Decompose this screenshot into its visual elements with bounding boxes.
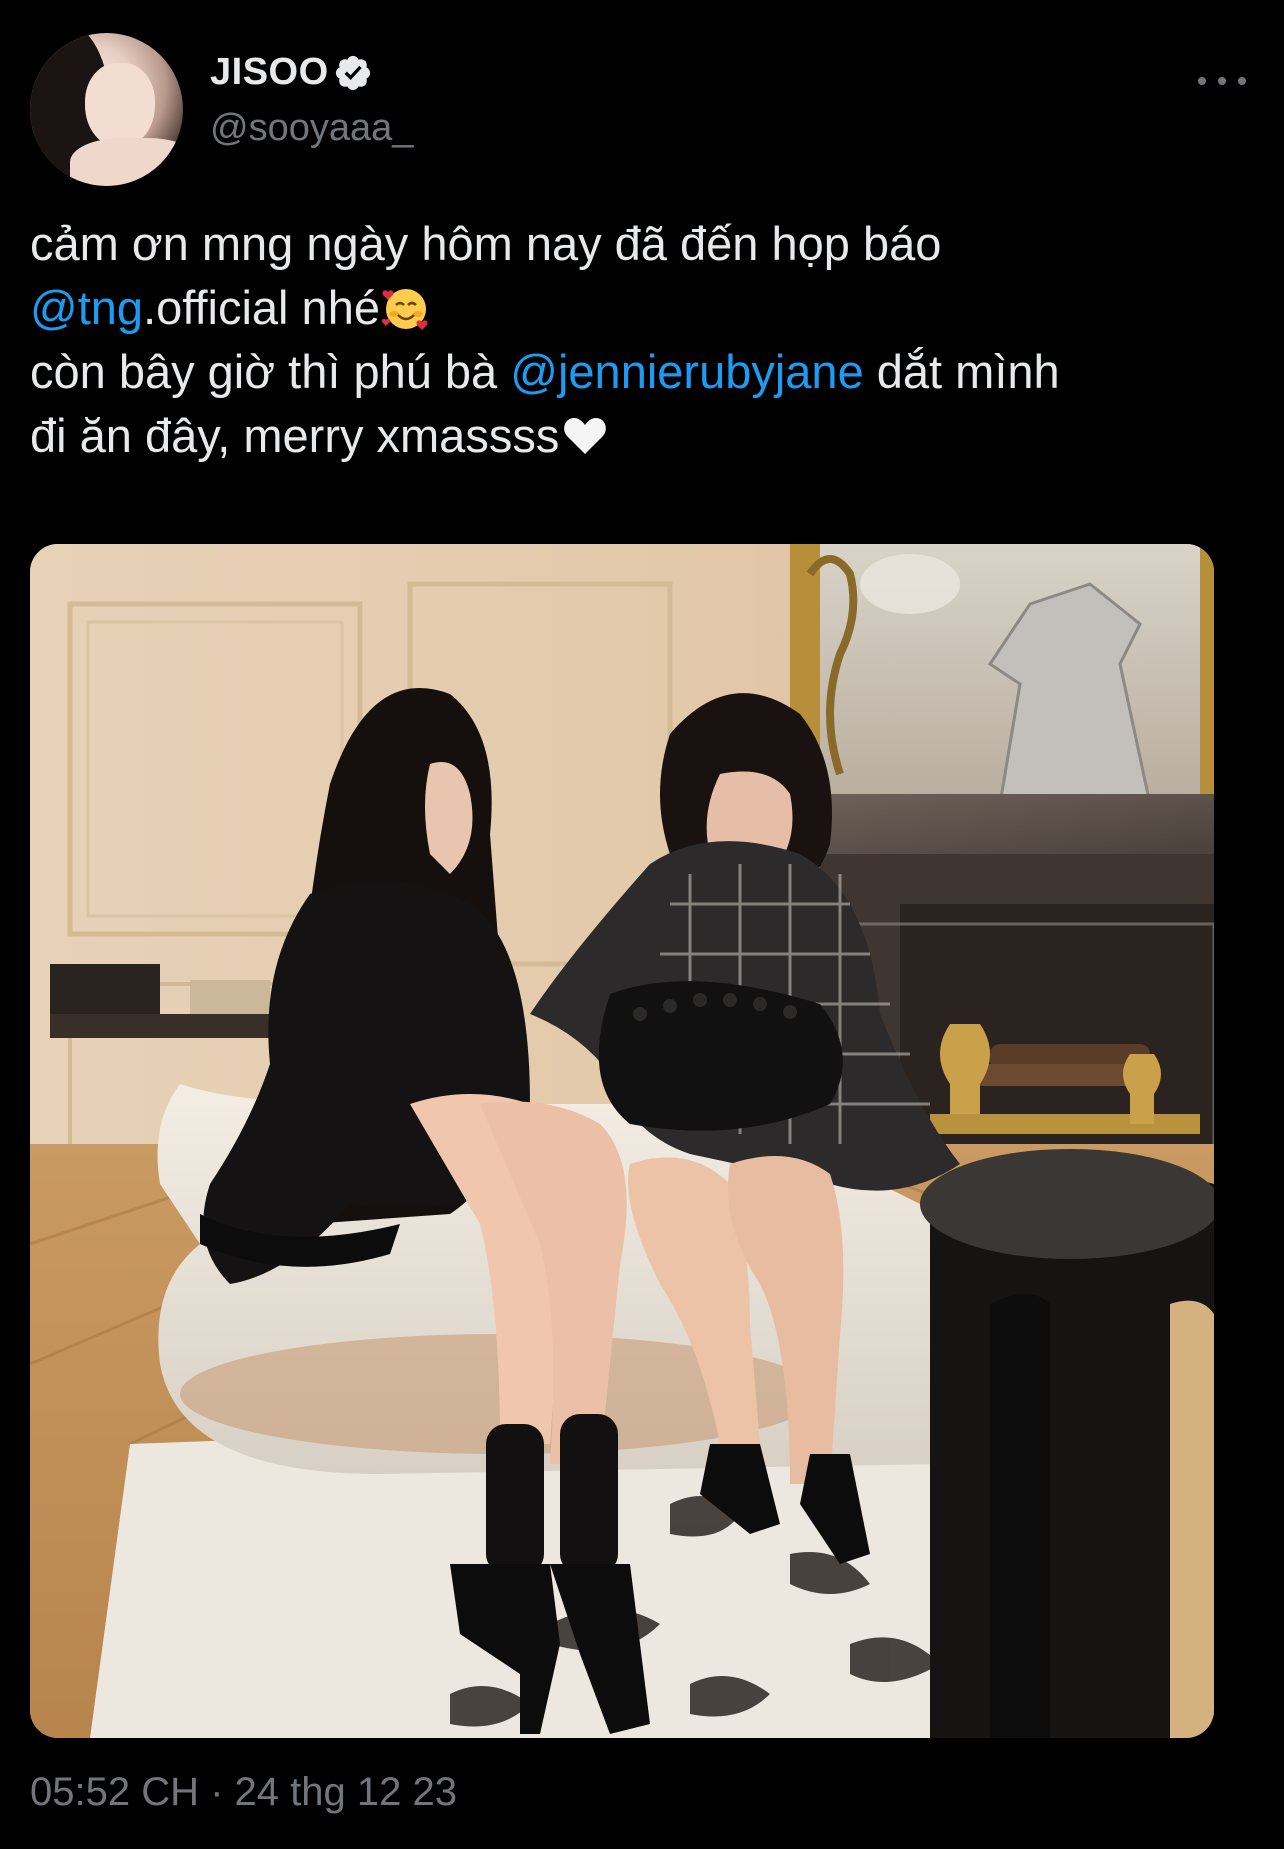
tweet-text-fragment: dắt mình	[863, 345, 1060, 398]
white-heart-icon	[564, 418, 607, 454]
author-display-name[interactable]: JISOO	[210, 51, 329, 94]
mention-link-jennierubyjane[interactable]: @jennierubyjane	[510, 345, 863, 398]
tweet-detail: JISOO @sooyaaa_ cảm ơn mng ngày hôm nay …	[0, 0, 1284, 1849]
smiling-face-with-hearts-icon	[381, 289, 428, 330]
tweet-text-line-4: đi ăn đây, merry xmassss	[30, 404, 1270, 468]
tweet-text-line-3: còn bây giờ thì phú bà @jennierubyjane d…	[30, 340, 1270, 404]
tweet-text-fragment: đi ăn đây, merry xmassss	[30, 409, 560, 462]
tweet-header: JISOO @sooyaaa_	[30, 33, 1254, 186]
tweet-text-fragment: còn bây giờ thì phú bà	[30, 345, 511, 398]
tweet-text: cảm ơn mng ngày hôm nay đã đến họp báo @…	[30, 212, 1270, 468]
tweet-text-line-2: @tng.official nhé	[30, 276, 1270, 340]
author-name-row[interactable]: JISOO	[210, 51, 373, 94]
photo-two-women-on-sofa	[30, 544, 1214, 1738]
tweet-timestamp[interactable]: 05:52 CH · 24 thg 12 23	[30, 1770, 457, 1815]
more-options-icon[interactable]	[1198, 69, 1246, 93]
tweet-photo[interactable]	[30, 544, 1214, 1738]
tweet-text-fragment: .official nhé	[143, 281, 380, 334]
mention-link-tng[interactable]: @tng	[30, 281, 143, 334]
author-handle[interactable]: @sooyaaa_	[210, 107, 413, 150]
verified-badge-icon	[335, 55, 370, 90]
tweet-text-line-1: cảm ơn mng ngày hôm nay đã đến họp báo	[30, 217, 942, 270]
avatar[interactable]	[30, 33, 183, 186]
